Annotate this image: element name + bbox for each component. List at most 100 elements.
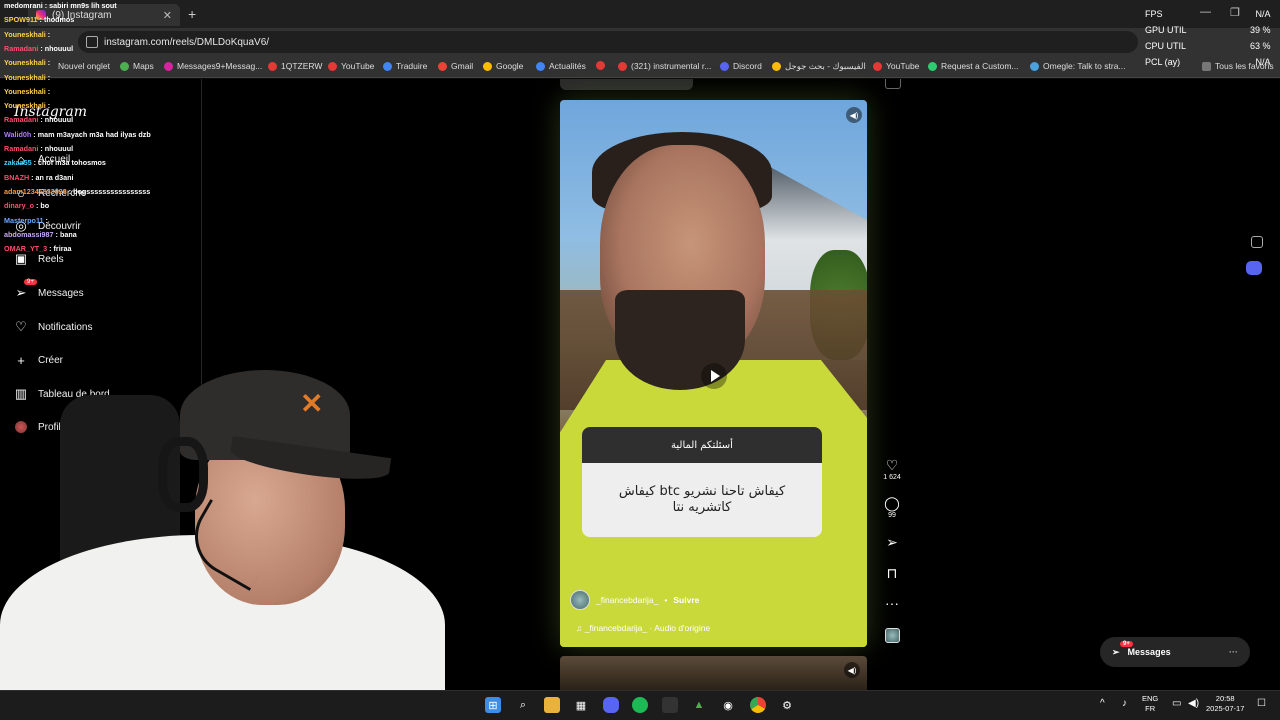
bookmark-item[interactable]: Omegle: Talk to stra... [1030, 61, 1126, 71]
sidebar-item-notifications[interactable]: ♡ Notifications [14, 319, 92, 334]
bookmark-item[interactable]: Maps [120, 61, 154, 71]
minimize-icon[interactable]: — [1200, 6, 1211, 18]
next-reel-volume-icon[interactable]: ◀) [844, 662, 860, 678]
reel-video[interactable]: ◀) أسئلتكم المالية كيفاش تاحنا نشريو btc… [560, 100, 867, 647]
chat-text: friraa [53, 244, 72, 254]
extension-icon[interactable] [1251, 236, 1263, 248]
chat-username: Youneskhali [4, 72, 46, 82]
previous-reel-audio-icon[interactable] [885, 79, 901, 89]
audio-info[interactable]: ♫ _financebdarija_ · Audio d'origine [576, 623, 710, 633]
volume-icon[interactable]: ◀) [846, 107, 862, 123]
volume-tray-icon[interactable]: ◀) [1188, 699, 1199, 709]
chat-username: SPOW911 [4, 15, 38, 25]
like-count: 1 624 [883, 474, 901, 481]
cap-logo-icon: ✕ [300, 387, 324, 420]
file-explorer-icon[interactable] [544, 697, 560, 713]
bookmark-item[interactable]: Traduire [383, 61, 427, 71]
close-tab-icon[interactable]: ✕ [163, 9, 172, 22]
store-icon[interactable]: ▦ [573, 697, 589, 713]
taskbar-search-icon[interactable]: ⌕ [515, 697, 531, 713]
steam-icon[interactable]: ◉ [720, 697, 736, 713]
reels-icon: ▣ [14, 251, 28, 266]
network-icon[interactable]: ▭ [1172, 699, 1181, 709]
chat-text: thodmos [43, 15, 75, 25]
comment-count: 99 [888, 512, 896, 519]
microphone-icon[interactable]: ♪ [1122, 699, 1127, 709]
bookmark-item[interactable]: Nouvel onglet [58, 61, 110, 71]
save-button[interactable]: ⊓ [880, 566, 904, 580]
language-indicator[interactable]: ENG FR [1142, 694, 1158, 714]
chat-username: abdomassi987 [4, 229, 54, 239]
chat-text: nhouuul [44, 115, 74, 125]
url-field[interactable]: instagram.com/reels/DMLDoKquaV6/ [78, 31, 1138, 53]
new-tab-icon[interactable]: + [188, 6, 196, 22]
chat-message: Walid0h : mam m3ayach m3a had ilyas dzb [4, 129, 151, 139]
windows-start-icon[interactable]: ⊞ [485, 697, 501, 713]
discord-taskbar-icon[interactable] [603, 697, 619, 713]
tray-overflow-icon[interactable]: ^ [1100, 699, 1105, 709]
bookmark-item[interactable]: Request a Custom... [928, 61, 1018, 71]
bookmark-item[interactable]: 1QTZERW [268, 61, 322, 71]
bookmark-item[interactable]: YouTube [873, 61, 919, 71]
send-icon: ➢ [1112, 646, 1120, 657]
bookmark-item[interactable]: YouTube [328, 61, 374, 71]
bookmark-item[interactable]: Messages9+Messag... [164, 61, 262, 71]
chat-username: Ramadani [4, 43, 39, 53]
sidebar-item-messages[interactable]: ➢ 9+ Messages [14, 279, 84, 300]
bookmark-item[interactable]: (321) instrumental r... [618, 61, 711, 71]
epic-games-icon[interactable] [662, 697, 678, 713]
settings-icon[interactable]: ⚙ [779, 697, 795, 713]
bookmark-icon: ⊓ [886, 565, 898, 581]
chat-message: medomrani : sabiri mn9s lih sout [4, 1, 117, 10]
chat-message: adam12345833828 : bogssssssssssssssss [4, 186, 151, 196]
bookmark-item[interactable]: Actualités [536, 61, 586, 71]
chat-text: an ra d3ani [35, 172, 74, 182]
chat-text: nhouuul [44, 144, 74, 153]
bookmark-item[interactable]: الفيسبوك - بحث جوجل [772, 61, 866, 72]
chat-username: Youneskhali [4, 101, 46, 111]
bookmark-item[interactable]: Discord [720, 61, 762, 71]
bookmark-item[interactable]: Gmail [438, 61, 473, 71]
notifications-icon[interactable]: ☐ [1257, 699, 1266, 709]
nvidia-icon[interactable]: ▲ [691, 697, 707, 713]
webcam-overlay: ✕ [0, 365, 445, 690]
comment-button[interactable]: ◯ 99 [880, 496, 904, 519]
clock[interactable]: 20:58 2025-07-17 [1206, 694, 1244, 714]
chat-username: dinary_o [4, 201, 34, 211]
address-bar-row: ← → ↻ instagram.com/reels/DMLDoKquaV6/ ⇲… [0, 28, 1280, 76]
chat-message: BNAZH : an ra d3ani [4, 172, 74, 182]
chat-message: Ramadani : nhouuul [4, 43, 74, 53]
more-icon: ··· [885, 595, 899, 611]
more-icon: ··· [1229, 647, 1238, 657]
chat-username: Ramadani [4, 115, 39, 125]
chat-message: Masterpo11 : [4, 215, 48, 225]
chat-text: bana [59, 229, 77, 239]
heart-icon: ♡ [885, 457, 899, 473]
author-avatar[interactable] [570, 590, 590, 610]
chat-message: Ramadani : nhouuul [4, 115, 74, 125]
site-info-icon[interactable] [86, 36, 98, 48]
audio-thumbnail[interactable] [880, 628, 904, 643]
bookmark-item[interactable]: Google [483, 61, 523, 71]
previous-reel[interactable] [560, 79, 693, 90]
spotify-icon[interactable] [632, 697, 648, 713]
chat-username: Ramadani [4, 144, 39, 153]
messages-button[interactable]: ➢ 9+ Messages ··· [1100, 637, 1250, 667]
discord-icon[interactable] [1246, 261, 1262, 275]
more-button[interactable]: ··· [880, 596, 904, 610]
like-button[interactable]: ♡ 1 624 [880, 458, 904, 481]
play-icon[interactable] [700, 362, 728, 390]
share-button[interactable]: ➢ [880, 535, 904, 549]
sidebar-item-reels[interactable]: ▣ Reels [14, 251, 64, 266]
maximize-icon[interactable]: ❐ [1230, 6, 1240, 19]
question-body: كيفاش تاحنا نشريو btc كيفاش كاتشريه نتا [618, 483, 786, 515]
chat-text: nhouuul [44, 43, 74, 53]
chrome-icon[interactable] [750, 697, 766, 713]
follow-button[interactable]: Suivre [673, 595, 699, 605]
bookmark-item[interactable] [596, 61, 605, 70]
author-name[interactable]: _financebdarija_ [596, 595, 658, 605]
perf-labels: FPS GPU UTIL CPU UTIL PCL (ay) [1145, 9, 1187, 67]
reel-author: _financebdarija_ • Suivre [570, 590, 699, 610]
next-reel[interactable] [560, 656, 867, 690]
tab-bar: (9) Instagram ✕ + — ❐ [0, 0, 1280, 28]
